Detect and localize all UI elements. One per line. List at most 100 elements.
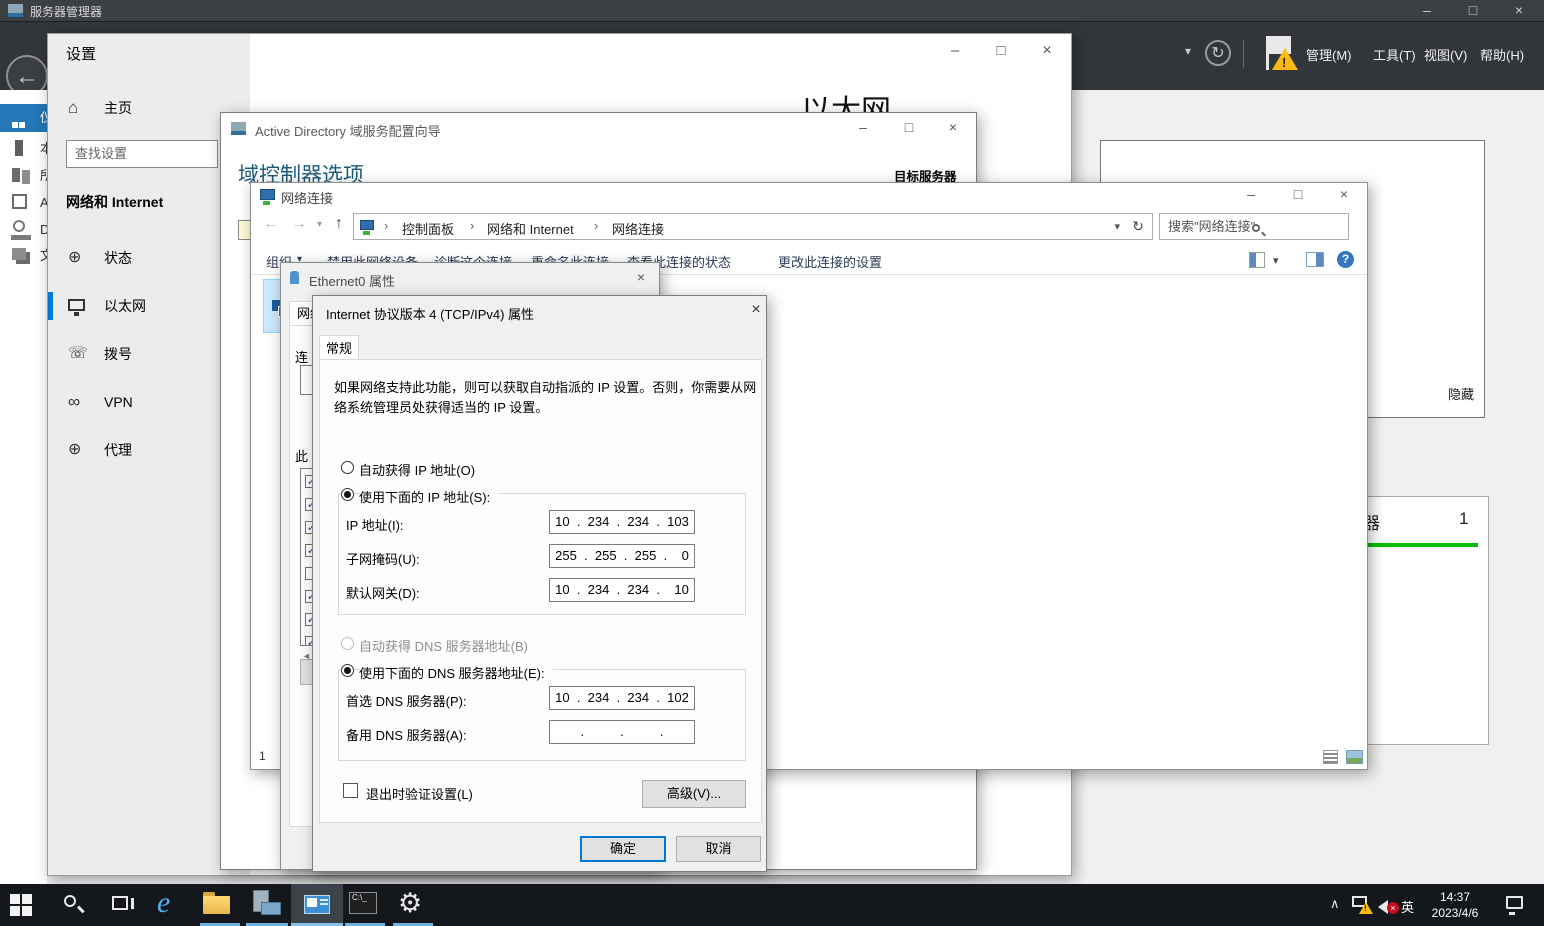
alternate-dns-field[interactable]: . . . <box>549 720 695 744</box>
forward-icon[interactable]: → <box>291 215 307 233</box>
settings-section-title: 网络和 Internet <box>66 192 163 212</box>
address-dropdown-icon[interactable]: ▾ <box>1114 220 1120 233</box>
sidebar-item-dashboard[interactable]: 仪 <box>0 104 47 132</box>
sidebar-item-local-server[interactable]: 本 <box>0 136 47 162</box>
radio-auto-dns[interactable] <box>341 637 354 650</box>
minimize-icon[interactable]: – <box>1236 186 1266 202</box>
breadcrumb[interactable]: › 控制面板 › 网络和 Internet › 网络连接 ▾ ↻ <box>353 213 1153 240</box>
mute-badge: × <box>1387 902 1399 914</box>
internet-explorer-button[interactable]: e <box>157 886 187 922</box>
sidebar-item-all-servers[interactable]: 所 <box>0 163 47 189</box>
close-icon[interactable]: × <box>1504 2 1534 18</box>
radio-auto-ip[interactable] <box>341 461 354 474</box>
radio-auto-dns-label[interactable]: 自动获得 DNS 服务器地址(B) <box>359 636 528 655</box>
ok-button[interactable]: 确定 <box>580 836 666 862</box>
tray-chevron-icon[interactable]: ∧ <box>1330 896 1340 912</box>
alternate-dns-label: 备用 DNS 服务器(A): <box>346 725 467 744</box>
all-servers-icon <box>12 168 20 182</box>
minimize-icon[interactable]: – <box>940 42 970 59</box>
active-app-button[interactable] <box>291 884 343 926</box>
hide-link[interactable]: 隐藏 <box>1448 384 1474 403</box>
start-button[interactable] <box>10 893 36 917</box>
breadcrumb-leaf[interactable]: 网络连接 <box>612 219 664 238</box>
radio-manual-dns-label[interactable]: 使用下面的 DNS 服务器地址(E): <box>359 663 553 682</box>
tray-ime-indicator[interactable]: 英 <box>1401 897 1414 916</box>
tray-clock[interactable]: 14:37 2023/4/6 <box>1420 889 1490 921</box>
close-icon[interactable]: × <box>741 301 771 319</box>
explorer-search-input[interactable]: 搜索"网络连接" <box>1159 213 1349 240</box>
view-caret-icon[interactable]: ▾ <box>1273 254 1279 267</box>
details-view-icon[interactable] <box>1323 750 1338 764</box>
maximize-icon[interactable]: □ <box>986 42 1016 59</box>
general-tab-page: 如果网络支持此功能，则可以获取自动指派的 IP 设置。否则，你需要从网 络系统管… <box>319 359 762 823</box>
up-icon[interactable]: ↑ <box>335 215 343 233</box>
maximize-icon[interactable]: □ <box>894 119 924 135</box>
chevron-down-icon[interactable]: ▾ <box>1185 44 1191 58</box>
task-view-button[interactable] <box>110 894 134 916</box>
proxy-icon: ⊕ <box>68 428 81 472</box>
toolbar-change-settings[interactable]: 更改此连接的设置 <box>778 252 882 271</box>
tray-volume-muted-icon[interactable]: × <box>1378 895 1400 915</box>
chevron-icon: › <box>376 218 396 233</box>
tab-general[interactable]: 常规 <box>319 335 359 360</box>
preferred-dns-field[interactable]: 10 . 234 . 234 . 102 <box>549 686 695 710</box>
server-manager-button[interactable] <box>251 890 285 920</box>
radio-auto-ip-label[interactable]: 自动获得 IP 地址(O) <box>359 460 475 479</box>
command-prompt-button[interactable]: C:\_ <box>349 892 379 918</box>
sidebar-item-file-storage[interactable]: 文 <box>0 243 47 269</box>
file-explorer-button[interactable] <box>203 892 233 918</box>
network-window-title: 网络连接 <box>281 188 333 207</box>
maximize-icon[interactable]: □ <box>1283 186 1313 202</box>
ie-icon: e <box>157 886 170 919</box>
close-icon[interactable]: × <box>938 119 968 135</box>
taskbar-search-button[interactable] <box>62 893 86 917</box>
menu-view[interactable]: 视图(V) <box>1424 45 1467 64</box>
ethernet-icon-leg <box>74 312 79 316</box>
menu-manage[interactable]: 管理(M) <box>1306 45 1352 64</box>
dialup-icon: ☏ <box>68 332 88 376</box>
settings-gear-button[interactable]: ⚙ <box>398 888 430 922</box>
network-window-icon <box>260 189 275 200</box>
breadcrumb-mid[interactable]: 网络和 Internet <box>487 219 574 238</box>
preview-pane-icon[interactable] <box>1306 252 1324 267</box>
help-icon[interactable]: ? <box>1337 251 1354 268</box>
ad-wizard-icon <box>231 122 246 135</box>
action-center-icon[interactable] <box>1506 896 1526 914</box>
search-placeholder: 查找设置 <box>75 146 127 161</box>
windows-logo-icon <box>10 894 20 904</box>
tray-network-icon[interactable]: ! <box>1352 896 1374 916</box>
subnet-mask-field[interactable]: 255 . 255 . 255 . 0 <box>549 544 695 568</box>
advanced-button[interactable]: 高级(V)... <box>642 780 746 808</box>
control-panel-icon-chart <box>307 898 317 907</box>
close-icon[interactable]: × <box>1032 42 1062 60</box>
default-gateway-field[interactable]: 10 . 234 . 234 . 10 <box>549 578 695 602</box>
validate-checkbox-label[interactable]: 退出时验证设置(L) <box>366 784 473 803</box>
back-icon[interactable]: ← <box>263 215 279 233</box>
minimize-icon[interactable]: – <box>848 119 878 135</box>
refresh-icon[interactable]: ↻ <box>1205 40 1231 66</box>
radio-manual-dns[interactable] <box>341 664 354 677</box>
close-icon[interactable]: × <box>626 269 656 285</box>
menu-tools[interactable]: 工具(T) <box>1373 45 1416 64</box>
radio-manual-ip-label[interactable]: 使用下面的 IP 地址(S): <box>359 487 498 506</box>
menu-help[interactable]: 帮助(H) <box>1480 45 1524 64</box>
validate-checkbox[interactable] <box>343 783 358 798</box>
minimize-icon[interactable]: – <box>1412 2 1442 18</box>
folder-icon <box>203 896 230 914</box>
maximize-icon[interactable]: □ <box>1458 2 1488 18</box>
settings-search-input[interactable]: 查找设置 <box>66 140 218 168</box>
thumbnail-view-icon[interactable] <box>1346 750 1363 764</box>
search-icon <box>1251 223 1265 237</box>
sidebar-item-ad-ds[interactable]: A <box>0 190 47 216</box>
action-center-bubble <box>1506 896 1523 909</box>
close-icon[interactable]: × <box>1329 186 1359 202</box>
ip-address-field[interactable]: 10 . 234 . 234 . 103 <box>549 510 695 534</box>
preferred-dns-label: 首选 DNS 服务器(P): <box>346 691 467 710</box>
breadcrumb-root[interactable]: 控制面板 <box>402 219 454 238</box>
view-tiles-icon[interactable] <box>1249 252 1265 268</box>
cancel-button[interactable]: 取消 <box>676 836 761 862</box>
history-caret-icon[interactable]: ▾ <box>317 219 322 230</box>
sidebar-item-dns[interactable]: D <box>0 217 47 243</box>
address-refresh-icon[interactable]: ↻ <box>1132 218 1144 235</box>
radio-manual-ip[interactable] <box>341 488 354 501</box>
